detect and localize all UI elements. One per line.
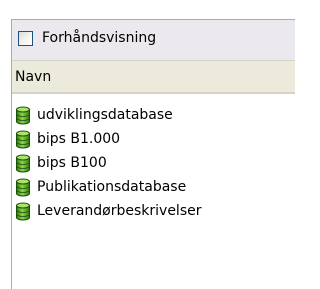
list-item-udviklingsdatabase[interactable]: udviklingsdatabase — [12, 104, 295, 128]
database-icon — [16, 106, 30, 125]
database-icon — [16, 178, 30, 197]
list-item-label: udviklingsdatabase — [37, 107, 173, 123]
preview-checkbox[interactable] — [18, 31, 33, 46]
list-item-label: bips B1.000 — [37, 131, 121, 147]
database-icon — [16, 154, 30, 173]
preview-toggle-row[interactable]: Forhåndsvisning — [12, 20, 295, 60]
list-item-label: bips B100 — [37, 155, 107, 171]
list-item-label: Leverandørbeskrivelser — [37, 203, 202, 219]
database-icon — [16, 130, 30, 149]
list-item-bips-b1000[interactable]: bips B1.000 — [12, 128, 295, 152]
column-header-name[interactable]: Navn — [12, 60, 295, 94]
column-header-label: Navn — [15, 69, 52, 85]
list-item-label: Publikationsdatabase — [37, 179, 187, 195]
database-icon — [16, 202, 30, 221]
list-item-leverandorbeskrivelser[interactable]: Leverandørbeskrivelser — [12, 200, 295, 224]
database-panel: Forhåndsvisning Navn udviklingsdatabase — [11, 19, 295, 289]
preview-label[interactable]: Forhåndsvisning — [42, 30, 156, 47]
list-item-bips-b100[interactable]: bips B100 — [12, 152, 295, 176]
list-item-publikationsdatabase[interactable]: Publikationsdatabase — [12, 176, 295, 200]
